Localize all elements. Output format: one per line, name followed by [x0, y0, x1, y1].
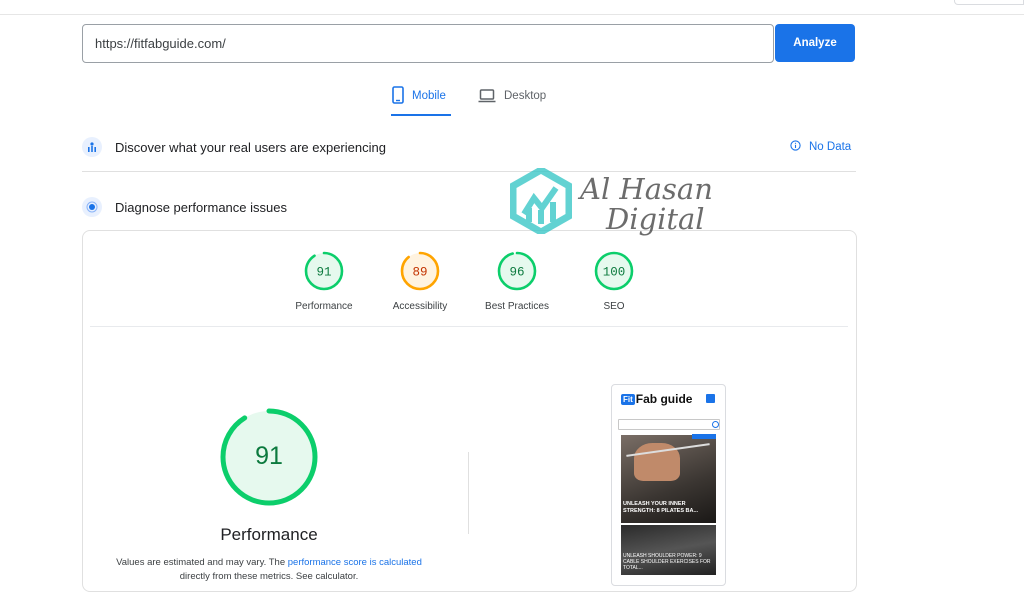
watermark-text: Al Hasan Digital [580, 174, 713, 234]
section-divider [82, 171, 856, 172]
estimate-note: Values are estimated and may vary. The p… [96, 556, 442, 584]
score-gauge-accessibility[interactable]: 89 Accessibility [370, 250, 470, 312]
article-caption-2: UNLEASH SHOULDER POWER: 9 CABLE SHOULDER… [623, 553, 711, 571]
card-divider [90, 326, 848, 327]
note-suffix: directly from these metrics. See calcula… [179, 571, 359, 582]
score-label-best-practices: Best Practices [485, 301, 549, 312]
category-tag [692, 434, 716, 439]
no-data-label: No Data [809, 141, 852, 153]
score-label-performance: Performance [295, 301, 353, 312]
analyze-button[interactable]: Analyze [775, 24, 855, 62]
site-search-bar [618, 419, 720, 430]
watermark: Al Hasan Digital [509, 165, 713, 239]
watermark-line-2: Digital [606, 201, 705, 236]
score-value-seo: 100 [603, 266, 626, 280]
tab-desktop-label: Desktop [504, 90, 547, 102]
url-input[interactable] [82, 24, 774, 63]
site-logo: Fit Fab guide [621, 392, 692, 406]
watermark-line-1: Al Hasan [580, 171, 713, 206]
corner-tab [954, 0, 1024, 5]
diagnose-icon [82, 197, 102, 217]
tab-mobile-label: Mobile [412, 90, 446, 102]
laptop-icon [478, 86, 496, 106]
tab-desktop[interactable]: Desktop [478, 86, 546, 116]
watermark-logo-icon [509, 165, 573, 239]
score-gauge-performance[interactable]: 91 Performance [274, 250, 374, 312]
score-label-accessibility: Accessibility [392, 301, 448, 312]
field-data-icon [82, 137, 102, 157]
menu-icon [706, 394, 715, 403]
field-data-title: Discover what your real users are experi… [115, 140, 386, 155]
page-screenshot-thumbnail: Fit Fab guide UNLEASH YOUR INNER STRENGT… [611, 384, 726, 586]
performance-title: Performance [220, 525, 318, 544]
site-logo-fit: Fit [621, 393, 635, 405]
active-tab-indicator [391, 114, 451, 116]
info-icon [790, 140, 801, 154]
score-gauge-seo[interactable]: 100 SEO [564, 250, 664, 312]
no-data-link[interactable]: No Data [790, 140, 851, 154]
top-divider [0, 14, 1024, 15]
site-logo-text: Fab guide [635, 392, 693, 406]
performance-score-link[interactable]: performance score is calculated [288, 557, 422, 568]
article-caption-1: UNLEASH YOUR INNER STRENGTH: 8 PILATES B… [623, 501, 699, 514]
performance-gauge-large: 91 [218, 406, 320, 513]
tab-mobile[interactable]: Mobile [392, 86, 446, 116]
score-value-accessibility: 89 [412, 266, 427, 280]
note-prefix: Values are estimated and may vary. The [116, 557, 286, 568]
score-value-best-practices: 96 [509, 266, 524, 280]
performance-score-large: 91 [255, 442, 283, 470]
vertical-separator [468, 452, 469, 534]
score-value-performance: 91 [316, 266, 331, 280]
smartphone-icon [392, 86, 404, 107]
site-search-icon [712, 421, 719, 428]
score-gauge-best-practices[interactable]: 96 Best Practices [467, 250, 567, 312]
score-label-seo: SEO [603, 301, 625, 312]
lab-data-title: Diagnose performance issues [115, 200, 287, 215]
